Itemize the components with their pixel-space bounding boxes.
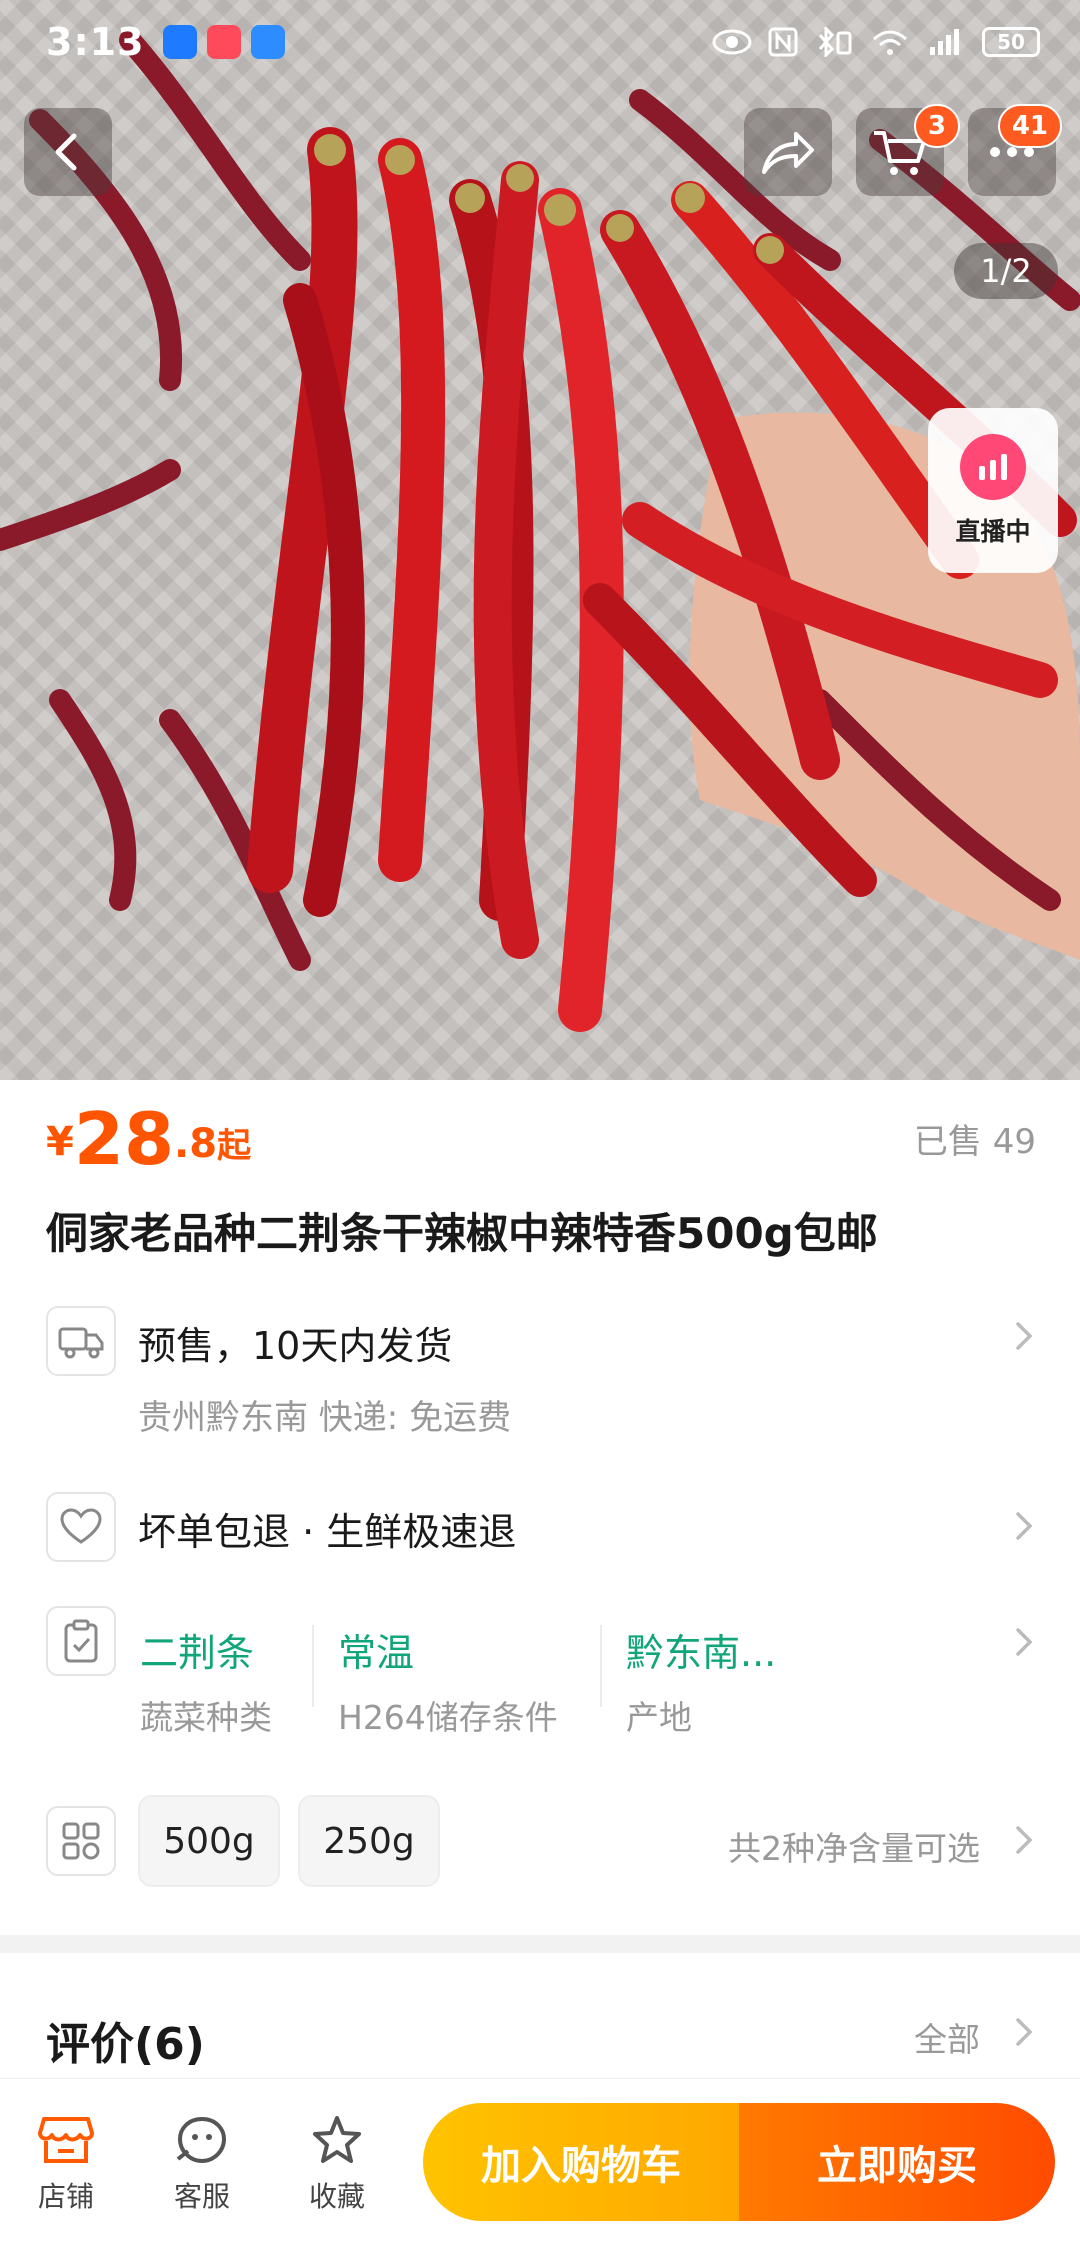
chevron-right-icon (1016, 2018, 1033, 2046)
cart-button[interactable]: 3 (856, 104, 960, 196)
shipping-main: 预售，10天内发货 (138, 1324, 453, 1368)
price-decimal: .8 (174, 1121, 218, 1167)
attribute-storage: 常温 H264储存条件 (338, 1622, 558, 1742)
product-title: 侗家老品种二荆条干辣椒中辣特香500g包邮 (46, 1209, 878, 1258)
divider (312, 1625, 314, 1707)
spec-option-250g[interactable]: 250g (298, 1795, 440, 1887)
attribute-key: 蔬菜种类 (140, 1698, 272, 1737)
shield-app-icon (162, 25, 197, 59)
sold-count: 已售 49 (913, 1122, 1036, 1162)
share-button[interactable] (744, 108, 832, 196)
shipping-sub: 贵州黔东南 快递: 免运费 (138, 1398, 512, 1438)
chevron-right-icon (1016, 1512, 1033, 1540)
favorite-button[interactable]: 收藏 (277, 2115, 397, 2215)
heart-icon (46, 1492, 116, 1562)
attribute-variety: 二荆条 蔬菜种类 (140, 1622, 272, 1742)
cloud-app-icon (250, 25, 285, 59)
attribute-value: 二荆条 (140, 1631, 255, 1675)
price-currency: ¥ (46, 1119, 74, 1165)
cta-group: 加入购物车 立即购买 (423, 2103, 1055, 2221)
attribute-key: 产地 (626, 1698, 692, 1737)
divider (600, 1625, 602, 1707)
eye-icon (712, 29, 752, 55)
add-to-cart-button[interactable]: 加入购物车 (423, 2103, 739, 2221)
grid-icon (46, 1806, 116, 1876)
spec-summary: 共2种净含量可选 (728, 1829, 980, 1868)
chevron-right-icon (1016, 1322, 1033, 1350)
attribute-value: 黔东南... (626, 1631, 777, 1675)
store-icon (38, 2117, 94, 2163)
wifi-icon (873, 30, 907, 55)
attribute-origin: 黔东南... 产地 (626, 1622, 776, 1742)
service-label: 客服 (173, 2180, 230, 2213)
price-integer: 28 (73, 1097, 175, 1181)
live-bars-icon (960, 433, 1026, 500)
customer-service-icon (176, 2116, 227, 2164)
spec-option-500g[interactable]: 500g (138, 1795, 280, 1887)
service-button[interactable]: 客服 (142, 2115, 262, 2215)
nfc-icon (768, 27, 798, 57)
bluetooth-icon (818, 27, 852, 57)
favorite-label: 收藏 (308, 2180, 365, 2213)
status-bar: 3:13 50 (0, 0, 1080, 84)
signal-icon (930, 29, 959, 55)
chevron-left-icon (55, 133, 77, 171)
price-suffix: 起 (217, 1126, 252, 1166)
app-notification-icon (206, 25, 241, 59)
buy-now-button[interactable]: 立即购买 (739, 2103, 1055, 2221)
store-button[interactable]: 店铺 (6, 2115, 126, 2215)
clipboard-check-icon (46, 1606, 116, 1676)
price-row: ¥ 28 .8 起 已售 49 (46, 1095, 1036, 1175)
cart-badge: 3 (913, 104, 960, 148)
attribute-value: 常温 (338, 1631, 415, 1675)
status-time: 3:13 (46, 20, 145, 64)
live-stream-button[interactable]: 直播中 (928, 408, 1058, 573)
attribute-key: H264储存条件 (338, 1698, 558, 1737)
bottom-action-bar: 店铺 客服 收藏 加入购物车 立即购买 (0, 2078, 1080, 2244)
truck-icon (46, 1306, 116, 1376)
guarantee-text: 坏单包退 · 生鲜极速退 (138, 1510, 517, 1554)
section-separator (0, 1935, 1080, 1953)
reviews-title: 评价(6) (46, 2019, 205, 2070)
battery-indicator: 50 (982, 27, 1040, 57)
star-icon (313, 2116, 361, 2163)
live-label: 直播中 (955, 516, 1031, 546)
reviews-all-link[interactable]: 全部 (914, 2013, 980, 2061)
store-label: 店铺 (37, 2180, 94, 2213)
chevron-right-icon (1016, 1826, 1033, 1854)
share-icon (762, 132, 814, 174)
chevron-right-icon (1016, 1628, 1033, 1656)
more-button[interactable]: 41 (968, 104, 1062, 196)
gallery-counter: 1/2 (954, 243, 1058, 299)
message-badge: 41 (997, 104, 1062, 148)
back-button[interactable] (24, 108, 112, 196)
